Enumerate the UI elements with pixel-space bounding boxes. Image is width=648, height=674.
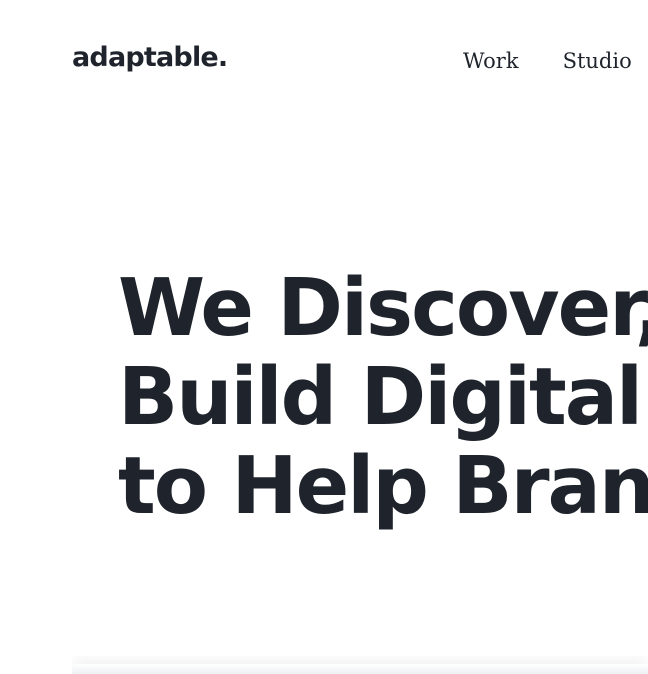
- next-section-edge: [72, 656, 648, 674]
- main-navigation: Work Studio: [463, 49, 632, 73]
- nav-link-work[interactable]: Work: [463, 49, 519, 73]
- adaptable-logo[interactable]: adaptable.: [72, 44, 228, 71]
- nav-link-studio[interactable]: Studio: [563, 49, 632, 73]
- hero-heading-line-1: We Discover, D: [118, 264, 648, 354]
- site-header: adaptable. Work Studio: [0, 0, 648, 130]
- hero-heading-line-2: Build Digital Ex: [118, 351, 648, 443]
- hero-section: We Discover, D Build Digital Ex to Help …: [118, 264, 648, 544]
- hero-heading: We Discover, D Build Digital Ex to Help …: [118, 264, 648, 531]
- hero-heading-line-3: to Help Brands: [118, 440, 648, 532]
